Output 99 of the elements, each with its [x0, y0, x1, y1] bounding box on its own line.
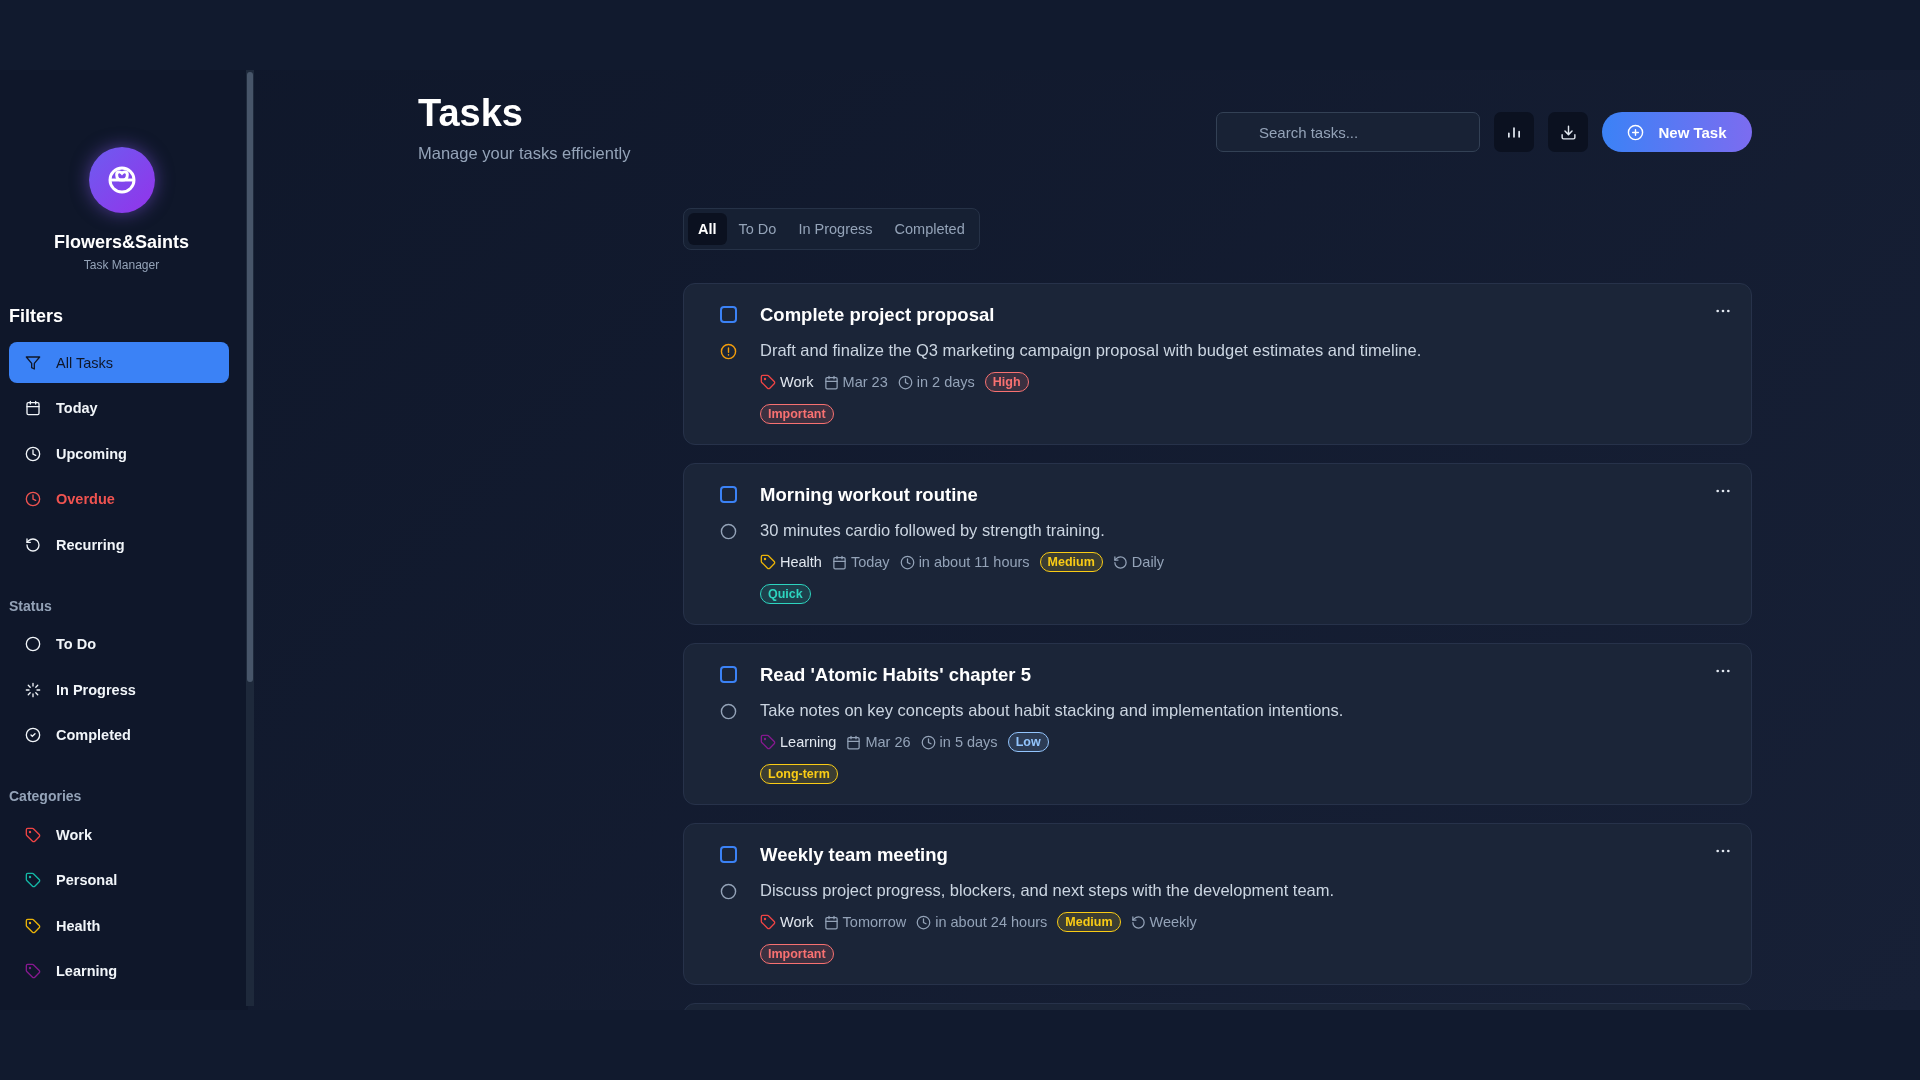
download-button[interactable] [1548, 112, 1588, 152]
calendar-icon [823, 374, 839, 390]
priority-badge: Medium [1039, 552, 1103, 572]
calendar-icon [25, 400, 41, 416]
tag-icon [760, 554, 776, 570]
priority-badge: Medium [1057, 912, 1121, 932]
stats-button[interactable] [1494, 112, 1534, 152]
tag-icon [25, 917, 41, 934]
relative-due: in about 24 hours [935, 914, 1048, 930]
relative-due: in 5 days [939, 734, 998, 750]
clock-icon [25, 491, 41, 507]
clock-icon [25, 445, 41, 462]
rotate-arrow-icon [1112, 554, 1128, 570]
status-item[interactable]: To Do [9, 623, 229, 665]
recurrence-label: Daily [1131, 554, 1165, 570]
search-field[interactable]: Search tasks... [1216, 112, 1480, 152]
calendar-icon [823, 914, 839, 930]
clock-icon [920, 734, 936, 750]
due-date: Mar 23 [842, 374, 888, 390]
category-item[interactable]: Personal [9, 859, 229, 901]
app-subtitle: Task Manager [83, 258, 160, 272]
rotate-arrow-icon [1130, 914, 1146, 930]
category-label: Work [780, 914, 814, 930]
tag-badge: Quick [760, 584, 811, 604]
calendar-icon [846, 734, 862, 750]
circle-icon [25, 636, 41, 652]
logo-icon [88, 147, 155, 213]
task-title: Read 'Atomic Habits' chapter 5 [760, 664, 1031, 686]
clock-icon [899, 554, 915, 570]
task-description: Draft and finalize the Q3 marketing campaign proposal with budget estimates and timeline. [760, 341, 1423, 360]
tag-badge: Important [760, 404, 834, 424]
task-title: Morning workout routine [760, 484, 978, 506]
task-title: Weekly team meeting [760, 844, 948, 866]
section-heading: Categories [9, 788, 83, 804]
status-item[interactable]: Completed [9, 714, 229, 756]
category-label: Work [780, 374, 814, 390]
download-icon [1559, 123, 1577, 141]
tag-badge: Important [760, 944, 834, 964]
plus-circle-icon [1627, 123, 1645, 141]
filter-item[interactable]: Overdue [9, 478, 229, 520]
clock-icon [897, 374, 913, 390]
scroll-bar[interactable] [246, 70, 254, 1006]
circle-icon[interactable] [720, 523, 737, 540]
check-circle-icon [25, 727, 41, 743]
tag-badge: Long-term [760, 764, 838, 784]
due-date: Tomorrow [842, 914, 907, 930]
category-item[interactable]: Work [9, 814, 229, 855]
clock-icon [916, 914, 932, 930]
filter-item[interactable]: Upcoming [9, 433, 229, 474]
task-description: Take notes on key concepts about habit stacking and implementation intentions. [760, 701, 1345, 720]
filter-item[interactable]: Today [9, 387, 229, 429]
bar-chart-icon [1508, 126, 1520, 138]
category-item[interactable]: Health [9, 905, 229, 946]
more-options-icon[interactable] [1715, 668, 1731, 674]
relative-due: in 2 days [916, 374, 975, 390]
tab[interactable]: All [688, 213, 727, 245]
more-options-icon[interactable] [1715, 848, 1731, 854]
tag-icon [25, 963, 41, 979]
section-heading: Filters [9, 306, 65, 327]
filter-item[interactable]: Recurring [9, 524, 229, 565]
spinner-icon [25, 681, 41, 698]
section-heading: Status [9, 597, 53, 614]
priority-badge: High [984, 372, 1029, 392]
task-title: Complete project proposal [760, 304, 995, 326]
new-task-button[interactable]: New Task [1602, 112, 1752, 152]
tag-icon [760, 734, 776, 750]
category-label: Health [780, 554, 822, 570]
due-date: Today [850, 554, 890, 570]
tab[interactable]: In Progress [788, 213, 883, 245]
circle-icon[interactable] [720, 883, 737, 900]
tab[interactable]: Completed [884, 213, 975, 245]
page-title: Tasks [418, 94, 524, 132]
calendar-icon [831, 554, 847, 570]
circle-icon[interactable] [720, 703, 737, 720]
tab[interactable]: To Do [728, 213, 787, 245]
checkbox[interactable] [720, 846, 737, 863]
checkbox[interactable] [720, 486, 737, 503]
tag-icon [25, 826, 41, 843]
filter-item[interactable]: All Tasks [9, 342, 229, 383]
status-item[interactable]: In Progress [9, 669, 229, 710]
tag-icon [760, 374, 776, 390]
category-item[interactable]: Learning [9, 950, 229, 992]
checkbox[interactable] [720, 306, 737, 323]
due-date: Mar 26 [865, 734, 911, 750]
priority-badge: Low [1007, 732, 1049, 752]
rotate-arrow-icon [25, 536, 41, 553]
checkbox[interactable] [720, 666, 737, 683]
more-options-icon[interactable] [1715, 488, 1731, 494]
tag-icon [25, 872, 41, 888]
page-subtitle: Manage your tasks efficiently [418, 144, 631, 163]
task-description: 30 minutes cardio followed by strength training. [760, 521, 1106, 540]
more-options-icon[interactable] [1715, 308, 1731, 314]
category-label: Learning [780, 734, 837, 750]
task-description: Discuss project progress, blockers, and next steps with the development team. [760, 881, 1336, 900]
relative-due: in about 11 hours [918, 554, 1030, 570]
filter-icon [25, 354, 41, 371]
recurrence-label: Weekly [1149, 914, 1197, 930]
tag-icon [760, 914, 776, 930]
app-name: Flowers&Saints [53, 232, 189, 253]
